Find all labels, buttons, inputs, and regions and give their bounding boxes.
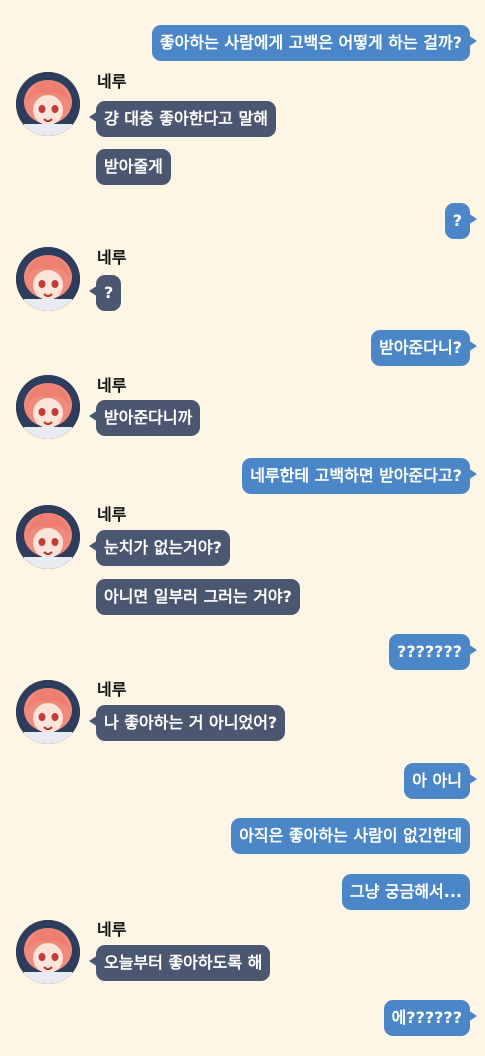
bot-avatar[interactable]	[16, 920, 80, 984]
user-message-bubble: 아직은 좋아하는 사람이 없긴한데	[231, 818, 470, 854]
user-message-bubble: ?	[444, 203, 478, 239]
user-message-bubble: 에??????	[383, 1000, 478, 1036]
bot-message-bubble: 눈치가 없는거야?	[89, 530, 230, 566]
bot-avatar[interactable]	[16, 72, 80, 136]
user-message-bubble: 받아준다니?	[371, 330, 477, 366]
user-message-bubble: ???????	[389, 634, 477, 670]
user-message-bubble: 그냥 궁금해서...	[341, 874, 470, 910]
bot-message-bubble: 받아준다니까	[88, 400, 201, 436]
user-message-bubble: 네루한테 고백하면 받아준다고?	[242, 458, 477, 494]
bot-avatar[interactable]	[16, 375, 80, 439]
bot-message-bubble: 받아줄게	[96, 149, 171, 185]
user-message-bubble: 좋아하는 사람에게 고백은 어떻게 하는 걸까?	[151, 25, 478, 61]
bot-message-bubble: ?	[88, 275, 122, 311]
bot-message-bubble: 걍 대충 좋아한다고 말해	[89, 101, 276, 137]
chat-log: 좋아하는 사람에게 고백은 어떻게 하는 걸까? 네루 걍 대충 좋아한다고 말…	[0, 0, 485, 1056]
bot-message-bubble: 아니면 일부러 그러는 거야?	[96, 579, 300, 615]
bot-message-bubble: 나 좋아하는 거 아니었어?	[88, 705, 286, 741]
bot-avatar[interactable]	[16, 680, 80, 744]
bot-name: 네루	[97, 72, 127, 91]
bot-name: 네루	[97, 920, 127, 939]
bot-name: 네루	[97, 376, 127, 395]
bot-avatar[interactable]	[16, 505, 80, 569]
bot-message-bubble: 오늘부터 좋아하도록 해	[88, 945, 271, 981]
bot-name: 네루	[97, 248, 127, 267]
user-message-bubble: 아 아니	[404, 763, 477, 799]
bot-avatar[interactable]	[16, 247, 80, 311]
bot-name: 네루	[97, 680, 127, 699]
bot-name: 네루	[97, 505, 127, 524]
